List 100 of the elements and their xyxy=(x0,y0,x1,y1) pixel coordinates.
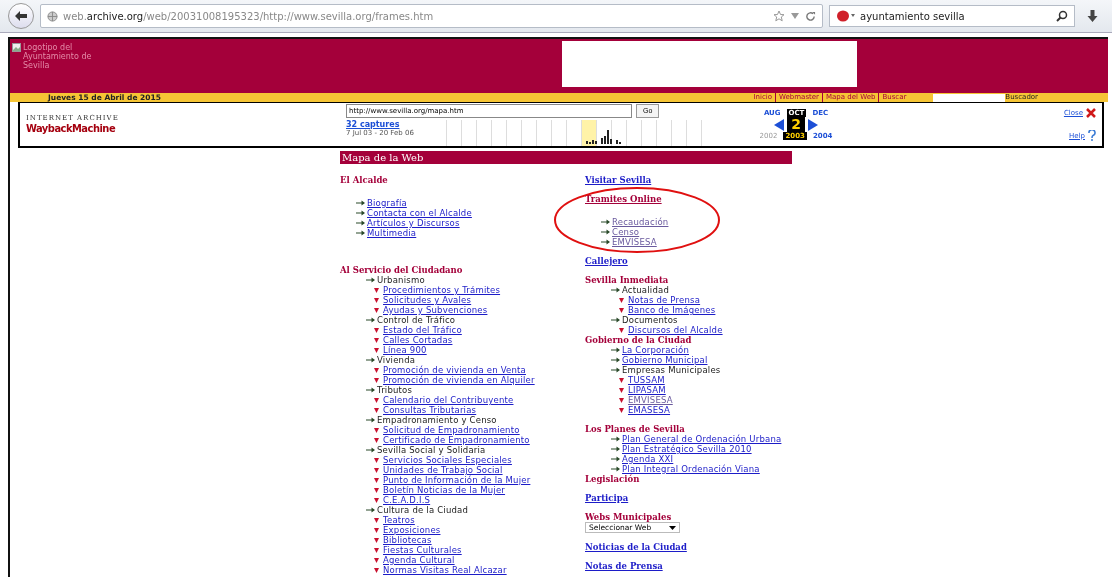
search-text: ayuntamiento sevilla xyxy=(860,10,965,22)
sitemap-link[interactable]: Consultas Tributarias xyxy=(383,405,477,415)
search-icon[interactable] xyxy=(1056,10,1068,22)
section-link[interactable]: Participa xyxy=(585,493,782,503)
bullet-icon xyxy=(374,547,379,553)
sitemap-link[interactable]: Contacta con el Alcalde xyxy=(367,208,472,218)
sitemap-link[interactable]: Ayudas y Subvenciones xyxy=(383,305,488,315)
arrow-icon xyxy=(611,317,620,323)
next-arrow-icon[interactable] xyxy=(807,118,818,131)
category-label: Control de Tráfico xyxy=(377,315,456,325)
sitemap-link[interactable]: Promoción de vivienda en Alquiler xyxy=(383,375,535,385)
download-icon[interactable] xyxy=(1087,9,1098,23)
sitemap-link[interactable]: Normas Visitas Real Alcazar xyxy=(383,565,507,575)
reload-icon[interactable] xyxy=(805,10,816,22)
bullet-icon xyxy=(374,557,379,563)
category-label: Vivienda xyxy=(377,355,416,365)
section-link[interactable]: Notas de Prensa xyxy=(585,561,782,571)
arrow-icon xyxy=(366,447,375,453)
sitemap-link[interactable]: Unidades de Trabajo Social xyxy=(383,465,503,475)
bullet-icon xyxy=(374,327,379,333)
search-field[interactable]: ayuntamiento sevilla xyxy=(829,5,1075,27)
sitemap-link[interactable]: Promoción de vivienda en Venta xyxy=(383,365,526,375)
sitemap-link[interactable]: Discursos del Alcalde xyxy=(628,325,723,335)
dropdown-icon[interactable] xyxy=(791,13,799,19)
arrow-icon xyxy=(366,277,375,283)
sitemap-link[interactable]: Gobierno Municipal xyxy=(622,355,708,365)
bullet-icon xyxy=(619,397,624,403)
sitemap-link[interactable]: La Corporación xyxy=(622,345,689,355)
address-bar[interactable]: web.archive.org/web/20031008195323/http://www.sevilla.org/frames.htm xyxy=(40,4,823,28)
sitemap-link[interactable]: Fiestas Culturales xyxy=(383,545,462,555)
sitemap-link[interactable]: Biografía xyxy=(367,198,407,208)
caret-icon xyxy=(669,525,676,530)
globe-icon xyxy=(47,10,58,22)
arrow-icon xyxy=(366,357,375,363)
section-heading: Gobierno de la Ciudad xyxy=(585,335,693,345)
sitemap-link[interactable]: Bibliotecas xyxy=(383,535,432,545)
sitemap-link[interactable]: C.E.A.D.I.S xyxy=(383,495,431,505)
sitemap-link[interactable]: Certificado de Empadronamiento xyxy=(383,435,530,445)
sitemap-link[interactable]: Notas de Prensa xyxy=(628,295,701,305)
sitemap-link[interactable]: Servicios Sociales Especiales xyxy=(383,455,512,465)
section-heading: Los Planes de Sevilla xyxy=(585,424,686,434)
bullet-icon xyxy=(374,567,379,573)
category-label: Empadronamiento y Censo xyxy=(377,415,497,425)
help-icon[interactable] xyxy=(1088,130,1096,141)
sitemap-link[interactable]: Artículos y Discursos xyxy=(367,218,460,228)
bullet-icon xyxy=(374,467,379,473)
sitemap-link[interactable]: Procedimientos y Trámites xyxy=(383,285,501,295)
sitemap-link[interactable]: Boletín Noticias de la Mujer xyxy=(383,485,506,495)
section-link[interactable]: Callejero xyxy=(585,256,782,266)
sitemap-link[interactable]: Calles Cortadas xyxy=(383,335,453,345)
close-icon[interactable] xyxy=(1086,108,1096,118)
wayback-logo[interactable]: WaybackMachine xyxy=(26,122,346,135)
search-input[interactable] xyxy=(933,93,1006,102)
sitemap-link[interactable]: Exposiciones xyxy=(383,525,441,535)
sitemap-link[interactable]: Teatros xyxy=(383,515,415,525)
logo-alt-text: Logotipo del Ayuntamiento de Sevilla xyxy=(23,43,93,70)
sitemap-link[interactable]: Solicitud de Empadronamiento xyxy=(383,425,520,435)
section-link[interactable]: Visitar Sevilla xyxy=(585,175,782,185)
sitemap-link[interactable]: Banco de Imágenes xyxy=(628,305,716,315)
arrow-icon xyxy=(611,287,620,293)
sitemap-link[interactable]: Plan Integral Ordenación Viana xyxy=(622,464,760,474)
sitemap-link[interactable]: EMVISESA xyxy=(612,237,657,247)
sitemap-link[interactable]: EMVISESA xyxy=(628,395,673,405)
sitemap-link[interactable]: Estado del Tráfico xyxy=(383,325,462,335)
bullet-icon xyxy=(374,537,379,543)
sitemap-link[interactable]: Punto de Información de la Mujer xyxy=(383,475,531,485)
sitemap-link[interactable]: Multimedia xyxy=(367,228,417,238)
sitemap-link[interactable]: Solicitudes y Avales xyxy=(383,295,472,305)
star-icon[interactable] xyxy=(773,10,785,22)
category-label: Tributos xyxy=(377,385,413,395)
bullet-icon xyxy=(374,287,379,293)
previous-arrow-icon[interactable] xyxy=(774,118,785,131)
bullet-icon xyxy=(374,457,379,463)
sitemap-link[interactable]: EMASESA xyxy=(628,405,671,415)
category-label: Actualidad xyxy=(622,285,669,295)
sitemap-link[interactable]: TUSSAM xyxy=(628,375,665,385)
captures-link[interactable]: 32 captures xyxy=(346,119,446,129)
sitemap-link[interactable]: Plan General de Ordenación Urbana xyxy=(622,434,782,444)
bullet-icon xyxy=(374,337,379,343)
sitemap-link[interactable]: Línea 900 xyxy=(383,345,427,355)
section-heading: Al Servicio del Ciudadano xyxy=(340,265,464,275)
bullet-icon xyxy=(374,347,379,353)
sitemap-link[interactable]: LIPASAM xyxy=(628,385,666,395)
sitemap-link[interactable]: Recaudación xyxy=(612,217,669,227)
bullet-icon xyxy=(374,307,379,313)
sitemap-link[interactable]: Agenda Cultural xyxy=(383,555,455,565)
bullet-icon xyxy=(374,407,379,413)
sitemap-link[interactable]: Censo xyxy=(612,227,640,237)
sitemap-link[interactable]: Plan Estratégico Sevilla 2010 xyxy=(622,444,752,454)
section-link[interactable]: Noticias de la Ciudad xyxy=(585,542,782,552)
bullet-icon xyxy=(374,397,379,403)
bullet-icon xyxy=(374,377,379,383)
sitemap-link[interactable]: Calendario del Contribuyente xyxy=(383,395,514,405)
sitemap-link[interactable]: Agenda XXI xyxy=(622,454,674,464)
page-title-bar: Mapa de la Web xyxy=(340,151,792,164)
bullet-icon xyxy=(374,477,379,483)
section-heading: Webs Municipales xyxy=(585,512,673,522)
back-button[interactable] xyxy=(8,3,34,29)
category-label: Sevilla Social y Solidaria xyxy=(377,445,486,455)
section-link[interactable]: Tramites Online xyxy=(585,194,782,204)
